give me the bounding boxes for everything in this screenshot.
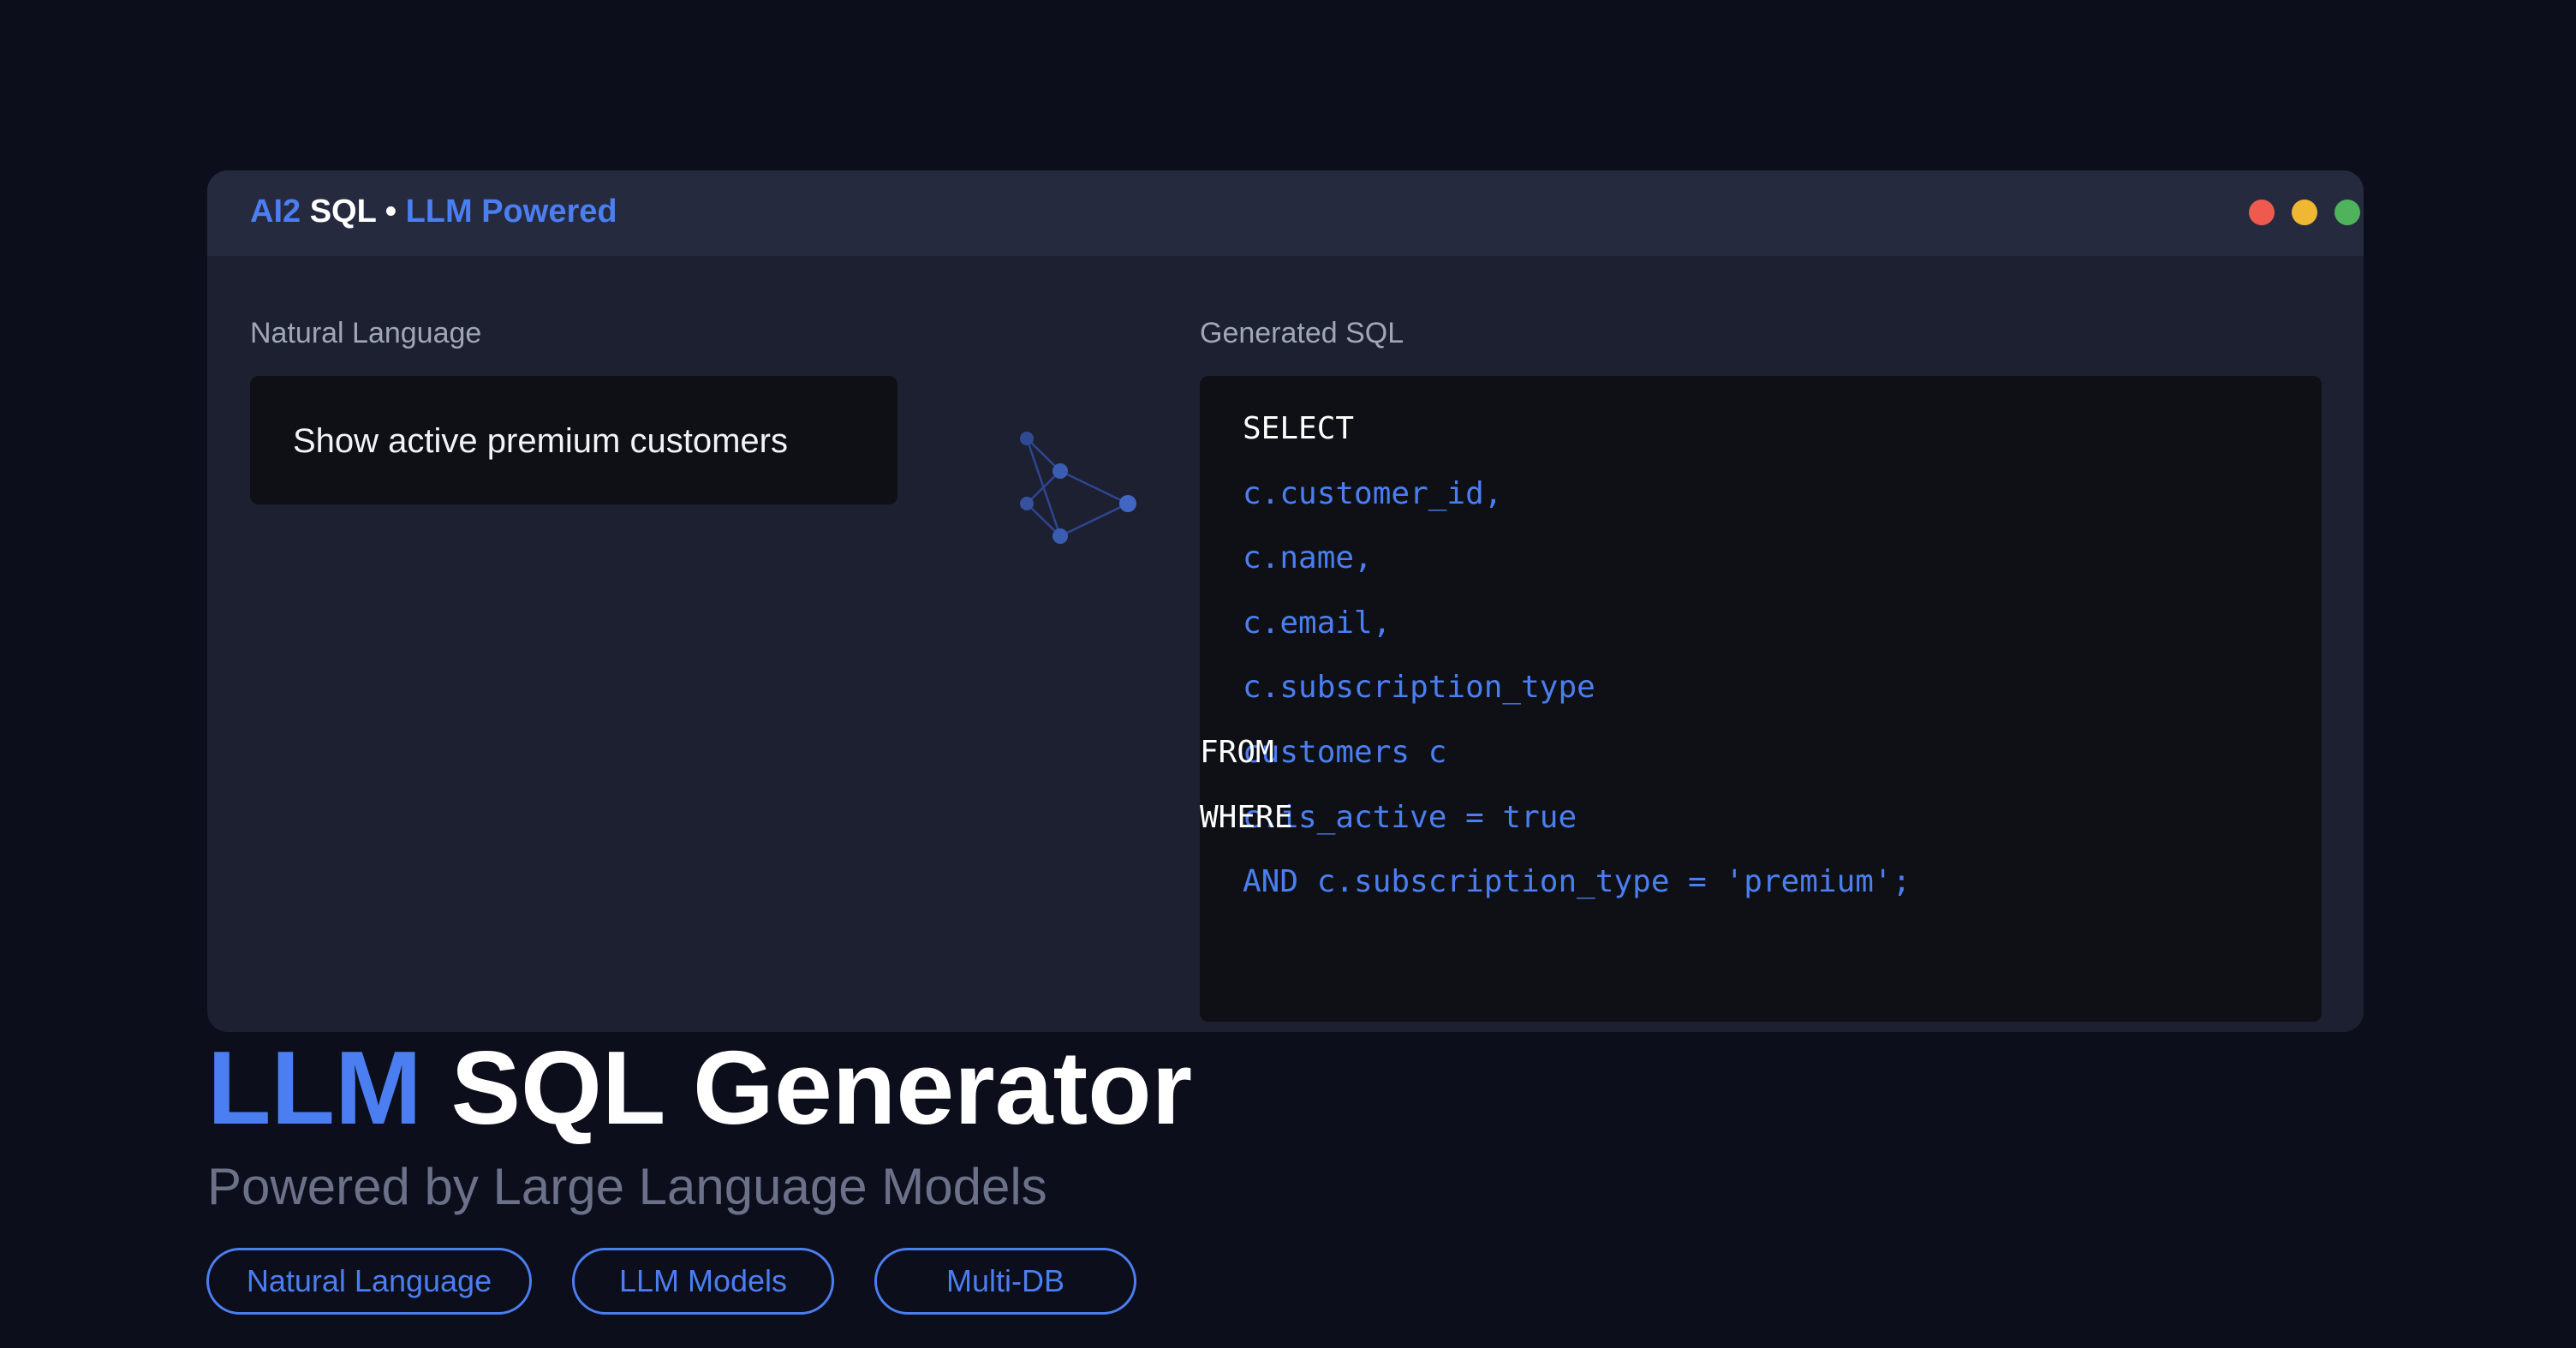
sql-column-line: c.subscription_type — [1243, 670, 1595, 705]
minimize-window-button[interactable] — [2292, 200, 2317, 225]
page-subtitle: Powered by Large Language Models — [207, 1158, 1047, 1215]
app-title-separator: • — [385, 194, 397, 230]
app-title: AI2 SQL • LLM Powered — [250, 191, 617, 232]
app-title-sql: SQL — [309, 194, 377, 230]
natural-language-label: Natural Language — [250, 317, 482, 349]
maximize-window-button[interactable] — [2334, 200, 2360, 225]
sql-column-line: c.name, — [1243, 540, 1373, 576]
natural-language-query: Show active premium customers — [293, 422, 788, 460]
window-titlebar: AI2 SQL • LLM Powered — [207, 170, 2364, 256]
tag-multi-db[interactable]: Multi-DB — [874, 1248, 1136, 1315]
sql-column-line: c.email, — [1243, 605, 1392, 641]
app-title-ai2: AI2 — [250, 194, 301, 230]
sql-and-condition: AND c.subscription_type = 'premium'; — [1243, 864, 1911, 899]
sql-where-keyword: WHERE — [1200, 800, 1293, 835]
page-title-rest: SQL Generator — [450, 1029, 1193, 1146]
neural-network-icon — [1020, 432, 1136, 544]
close-window-button[interactable] — [2249, 200, 2275, 225]
natural-language-input[interactable]: Show active premium customers — [250, 376, 897, 504]
sql-from-keyword: FROM — [1200, 735, 1274, 770]
page-title: LLM SQL Generator — [207, 1023, 1192, 1152]
sql-where-condition: c.is_active = true — [1243, 800, 1577, 835]
app-title-llm-powered: LLM Powered — [405, 194, 617, 230]
sql-select-keyword: SELECT — [1243, 411, 1355, 446]
app-window: AI2 SQL • LLM Powered Natural Language S… — [207, 170, 2364, 1032]
generated-sql-label: Generated SQL — [1200, 317, 1404, 349]
tag-natural-language[interactable]: Natural Language — [206, 1248, 532, 1315]
sql-output-panel[interactable]: SELECT c.customer_id, c.name, c.email, c… — [1200, 376, 2322, 1022]
sql-column-line: c.customer_id, — [1243, 476, 1503, 511]
page-title-accent: LLM — [207, 1029, 422, 1146]
window-controls — [2249, 200, 2360, 225]
tag-llm-models[interactable]: LLM Models — [572, 1248, 834, 1315]
